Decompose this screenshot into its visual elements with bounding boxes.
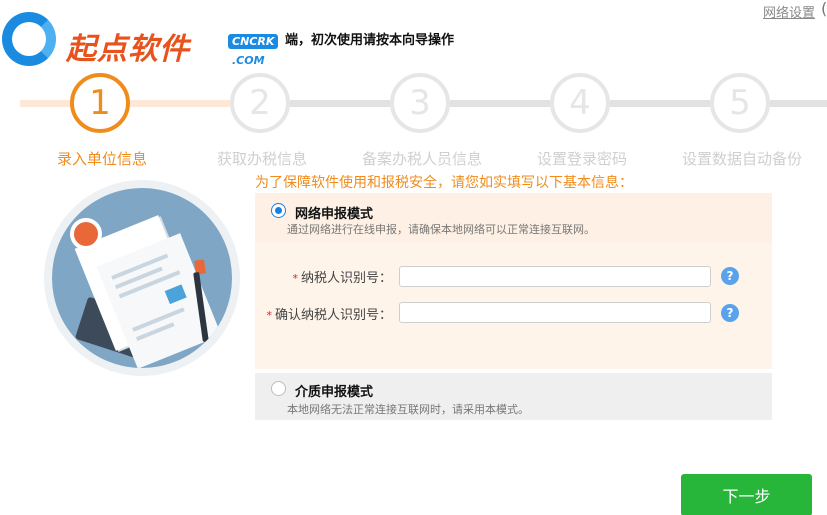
taxpayer-id-input[interactable]	[399, 266, 711, 287]
logo-badge-sub: .COM	[232, 54, 265, 67]
network-settings-link[interactable]: 网络设置	[763, 2, 815, 21]
taxpayer-id-label-text: 纳税人识别号：	[300, 271, 392, 286]
confirm-taxpayer-id-label: * 确认纳税人识别号：	[266, 304, 392, 323]
online-mode-title: 网络申报模式	[295, 207, 374, 222]
step-1-label: 录入单位信息	[56, 150, 148, 168]
taxpayer-id-label: * 纳税人识别号：	[292, 267, 392, 286]
step-1-indicator: 1	[70, 73, 130, 133]
step-2-indicator: 2	[230, 73, 290, 133]
step-2-label: 获取办税信息	[216, 150, 308, 168]
form-prompt: 为了保障软件使用和报税安全，请您如实填写以下基本信息：	[255, 175, 633, 191]
step-4-indicator: 4	[550, 73, 610, 133]
network-settings-glyph: (	[821, 0, 827, 18]
required-mark: *	[266, 309, 272, 322]
online-mode-description: 通过网络进行在线申报，请确保本地网络可以正常连接互联网。	[287, 223, 595, 236]
step-3-label: 备案办税人员信息	[361, 150, 483, 168]
app-logo: 起点软件 CNCRK .COM	[0, 6, 290, 70]
confirm-taxpayer-id-input[interactable]	[399, 302, 711, 323]
next-step-button[interactable]: 下一步	[681, 474, 812, 515]
online-mode-radio[interactable]	[271, 203, 286, 218]
logo-text: 起点软件	[66, 32, 190, 67]
step-connector	[450, 100, 550, 107]
media-mode-radio[interactable]	[271, 381, 286, 396]
logo-ring-icon	[2, 12, 56, 66]
confirm-taxpayer-id-label-text: 确认纳税人识别号：	[274, 308, 392, 323]
step-5-label: 设置数据自动备份	[681, 150, 803, 168]
online-mode-panel: 网络申报模式 通过网络进行在线申报，请确保本地网络可以正常连接互联网。 * 纳税人…	[255, 193, 772, 369]
orange-circle-graphic	[70, 218, 102, 250]
step-connector	[770, 100, 827, 107]
required-mark: *	[292, 272, 298, 285]
step-4-label: 设置登录密码	[536, 150, 628, 168]
step-connector	[610, 100, 710, 107]
step-5-indicator: 5	[710, 73, 770, 133]
confirm-taxpayer-id-help-icon[interactable]: ?	[721, 304, 739, 322]
logo-badge: CNCRK	[228, 34, 279, 49]
taxpayer-id-help-icon[interactable]: ?	[721, 267, 739, 285]
header-message: 端，初次使用请按本向导操作	[285, 33, 455, 48]
step-3-indicator: 3	[390, 73, 450, 133]
documents-illustration	[44, 180, 240, 376]
step-connector	[290, 100, 390, 107]
media-mode-title: 介质申报模式	[295, 385, 374, 400]
media-mode-description: 本地网络无法正常连接互联网时，请采用本模式。	[287, 403, 529, 416]
step-connector	[130, 100, 230, 107]
media-mode-panel: 介质申报模式 本地网络无法正常连接互联网时，请采用本模式。	[255, 373, 772, 420]
